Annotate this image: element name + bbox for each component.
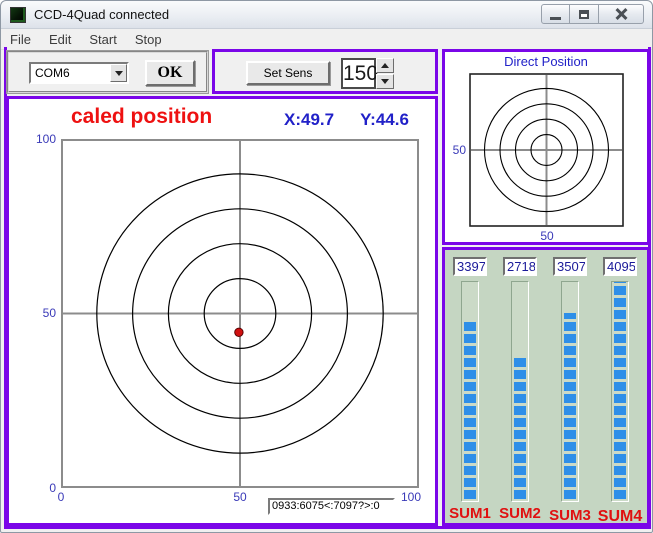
gauge-label: SUM4	[596, 508, 644, 526]
arrow-down-icon	[381, 79, 389, 84]
gauge-sum4: 4095 SUM4	[595, 250, 645, 523]
gauge-fill	[564, 313, 576, 499]
sensitivity-panel: Set Sens 150	[212, 49, 438, 94]
main-target-chart-svg	[61, 139, 419, 488]
app-window: CCD-4Quad connected File Edit Start Stop…	[0, 0, 653, 533]
spin-up-button[interactable]	[376, 58, 394, 73]
arrow-up-icon	[381, 63, 389, 68]
x-tick-50: 50	[225, 490, 255, 504]
readout-x: X:49.7	[284, 110, 334, 129]
readout-y: Y:44.6	[360, 110, 409, 129]
com-port-value: COM6	[35, 66, 70, 80]
com-port-select[interactable]: COM6	[29, 62, 129, 84]
restore-button[interactable]	[570, 4, 599, 24]
gauge-track	[611, 281, 629, 502]
app-icon	[10, 7, 26, 23]
set-sens-button[interactable]: Set Sens	[246, 61, 330, 85]
calibrated-position-panel: caled position X:49.7Y:44.6 100 50 0 0 5…	[6, 96, 438, 526]
direct-position-panel: Direct Position 50 50	[442, 49, 650, 245]
direct-position-chart-svg	[469, 73, 624, 227]
gauge-track	[511, 281, 529, 502]
main-target-chart	[61, 139, 419, 488]
direct-position-title: Direct Position	[445, 54, 647, 69]
gauge-sum2: 2718 SUM2	[495, 250, 545, 523]
sensitivity-spinner	[376, 58, 394, 89]
sensitivity-input[interactable]: 150	[341, 58, 376, 89]
combo-dropdown-button[interactable]	[110, 64, 127, 82]
chevron-down-icon	[115, 71, 123, 76]
minimize-icon	[550, 17, 561, 20]
minimize-button[interactable]	[541, 4, 570, 24]
ok-button[interactable]: OK	[145, 60, 195, 86]
gauge-fill	[614, 282, 626, 499]
gauge-label: SUM3	[546, 507, 594, 524]
direct-position-chart	[469, 73, 624, 227]
dp-y-tick-50: 50	[445, 143, 466, 157]
sum-gauges-panel: 3397 SUM1 2718 SUM2 3507 SUM3 4095 SUM4	[442, 247, 650, 526]
raw-data-textbox[interactable]: 0933:6075<:7097?>:0	[268, 498, 395, 515]
spin-down-button[interactable]	[376, 74, 394, 89]
gauge-value-box: 2718	[503, 257, 537, 276]
gauge-track	[561, 281, 579, 502]
position-dot	[235, 328, 243, 336]
gauge-value-box: 3507	[553, 257, 587, 276]
gauge-value-box: 4095	[603, 257, 637, 276]
gauge-sum1: 3397 SUM1	[445, 250, 495, 523]
gauge-label: SUM2	[496, 505, 544, 522]
window-title: CCD-4Quad connected	[34, 7, 169, 22]
window-controls	[541, 4, 644, 24]
com-port-panel: COM6 OK	[7, 51, 208, 93]
close-button[interactable]	[599, 4, 644, 24]
y-tick-100: 100	[22, 132, 56, 146]
x-tick-0: 0	[46, 490, 76, 504]
y-tick-50: 50	[22, 306, 56, 320]
gauge-fill	[464, 319, 476, 499]
main-chart-title: caled position	[71, 105, 212, 129]
gauge-value-box: 3397	[453, 257, 487, 276]
x-tick-100: 100	[396, 490, 426, 504]
gauge-sum3: 3507 SUM3	[545, 250, 595, 523]
dp-x-tick-50: 50	[532, 229, 562, 243]
title-bar: CCD-4Quad connected	[1, 1, 652, 29]
gauge-fill	[514, 355, 526, 499]
gauge-label: SUM1	[446, 505, 494, 522]
gauge-track	[461, 281, 479, 502]
restore-icon	[579, 10, 589, 19]
position-readout: X:49.7 Y:44.6	[284, 110, 409, 130]
close-icon	[615, 8, 627, 20]
